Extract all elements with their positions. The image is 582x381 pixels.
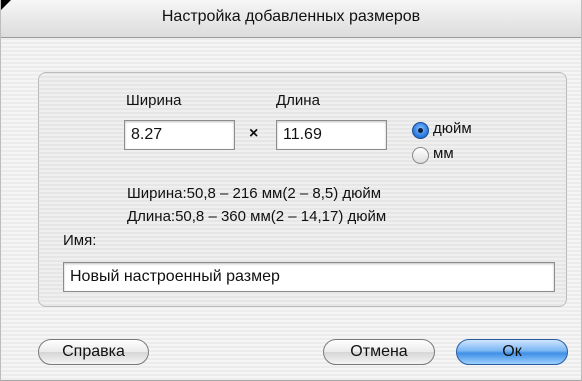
mm-radio-button[interactable] (412, 147, 429, 164)
help-button[interactable]: Справка (38, 339, 149, 365)
ok-button[interactable]: Ок (456, 339, 568, 365)
name-label: Имя: (63, 232, 97, 249)
width-label: Ширина (126, 92, 182, 109)
width-range-text: Ширина:50,8 – 216 мм(2 – 8,5) дюйм (127, 185, 382, 202)
inch-radio-label: дюйм (433, 120, 472, 137)
name-input[interactable] (63, 262, 555, 292)
dialog-window: Настройка добавленных размеров Ширина Дл… (0, 0, 582, 381)
width-input[interactable] (124, 120, 235, 150)
inch-radio-button[interactable] (412, 122, 429, 139)
dialog-title: Настройка добавленных размеров (161, 8, 421, 25)
radio-selected-dot (418, 128, 423, 133)
length-range-text: Длина:50,8 – 360 мм(2 – 14,17) дюйм (127, 208, 387, 225)
mm-radio-label: мм (433, 145, 454, 162)
length-input[interactable] (276, 120, 387, 150)
times-symbol: × (249, 125, 259, 142)
cancel-button[interactable]: Отмена (323, 339, 435, 365)
length-label: Длина (276, 92, 320, 109)
title-bar[interactable]: Настройка добавленных размеров (1, 0, 581, 38)
